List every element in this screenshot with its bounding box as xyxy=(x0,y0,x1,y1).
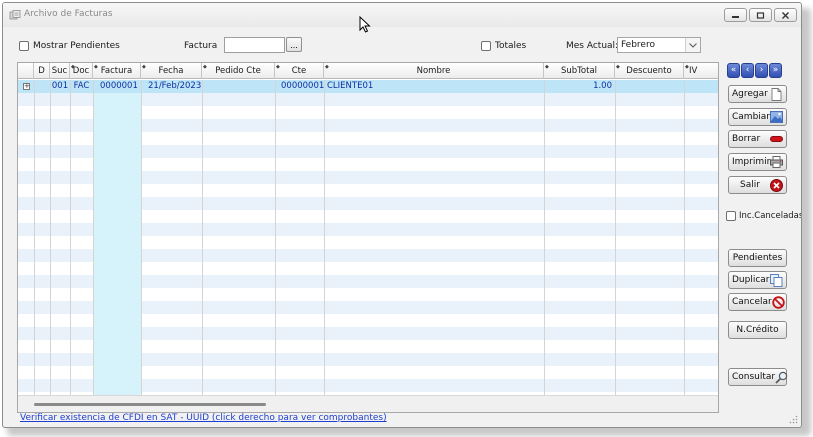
mes-actual-value: Febrero xyxy=(621,40,655,50)
resize-grip-icon[interactable] xyxy=(789,415,798,424)
header-rowmarker xyxy=(18,63,34,79)
pendientes-label: Pendientes xyxy=(732,253,783,263)
mostrar-pendientes-checkbox[interactable] xyxy=(19,41,29,51)
factura-label: Factura xyxy=(184,41,218,51)
printer-icon xyxy=(770,156,784,169)
cambiar-label: Cambiar xyxy=(732,112,770,122)
cell-cte[interactable]: 00000001 xyxy=(281,80,324,93)
cancel-icon xyxy=(772,295,785,309)
salir-button[interactable]: Salir xyxy=(728,176,787,194)
duplicar-label: Duplicar xyxy=(732,275,770,285)
header-pedido-cte[interactable]: ◆ Pedido Cte xyxy=(202,63,275,79)
scrollbar-thumb[interactable] xyxy=(34,403,266,406)
cell-fecha[interactable]: 21/Feb/2023 xyxy=(148,80,201,93)
magnifier-icon xyxy=(775,371,788,384)
cfdi-verification-link[interactable]: Verificar existencia de CFDI en SAT - UU… xyxy=(20,413,387,423)
cell-doc[interactable]: FAC xyxy=(70,80,93,93)
row-expand-icon[interactable]: + xyxy=(23,83,30,90)
factura-input[interactable] xyxy=(224,37,285,53)
record-navigation: « ‹ › » xyxy=(727,63,782,78)
minimize-icon xyxy=(732,15,739,18)
first-record-icon[interactable]: « xyxy=(727,63,740,78)
inc-canceladas-label: Inc.Canceladas xyxy=(739,211,802,221)
title-bar[interactable]: Archivo de Facturas xyxy=(3,3,801,27)
duplicate-icon xyxy=(770,273,783,287)
borrar-label: Borrar xyxy=(732,134,761,144)
horizontal-scrollbar[interactable] xyxy=(18,395,718,412)
inc-canceladas-checkbox[interactable] xyxy=(726,211,736,221)
cell-subtotal[interactable]: 1.00 xyxy=(544,80,612,93)
cell-nombre[interactable]: CLIENTE01 xyxy=(327,80,373,93)
consultar-button[interactable]: Consultar xyxy=(728,368,788,386)
cell-factura[interactable]: 0000001 xyxy=(100,80,138,93)
agregar-label: Agregar xyxy=(732,89,768,99)
restore-icon xyxy=(756,11,765,19)
imprimir-label: Imprimir xyxy=(732,157,771,167)
ncredito-label: N.Crédito xyxy=(736,325,779,335)
ncredito-button[interactable]: N.Crédito xyxy=(728,321,787,339)
mes-actual-label: Mes Actual: xyxy=(566,41,619,51)
totales-checkbox[interactable] xyxy=(481,41,491,51)
minimize-button[interactable] xyxy=(724,8,747,22)
header-subtotal[interactable]: ◆ SubTotal xyxy=(544,63,615,79)
cancelar-button[interactable]: Cancelar xyxy=(728,293,787,311)
agregar-button[interactable]: Agregar xyxy=(728,85,787,103)
last-record-icon[interactable]: » xyxy=(769,63,782,78)
chevron-down-icon xyxy=(685,38,700,52)
delete-icon xyxy=(770,133,783,146)
header-descuento[interactable]: ◆ Descuento xyxy=(615,63,684,79)
header-doc[interactable]: ◆ Doc xyxy=(70,63,93,79)
salir-label: Salir xyxy=(740,180,760,190)
header-nombre[interactable]: ◆ Nombre xyxy=(324,63,544,79)
previous-record-icon[interactable]: ‹ xyxy=(741,63,754,78)
cancelar-label: Cancelar xyxy=(732,297,772,307)
consultar-label: Consultar xyxy=(732,372,776,382)
borrar-button[interactable]: Borrar xyxy=(728,130,787,148)
exit-icon xyxy=(770,178,783,192)
mouse-pointer-icon xyxy=(359,16,371,33)
edit-image-icon xyxy=(770,111,783,124)
new-document-icon xyxy=(770,87,783,101)
header-iv[interactable]: ◆ IV xyxy=(684,63,718,79)
close-icon xyxy=(782,11,789,19)
mes-actual-select[interactable]: Febrero xyxy=(617,37,701,53)
header-suc[interactable]: Suc xyxy=(50,63,70,79)
invoice-app-icon xyxy=(9,10,21,20)
header-fecha[interactable]: ◆ Fecha xyxy=(141,63,202,79)
pendientes-button[interactable]: Pendientes xyxy=(728,249,787,267)
header-d[interactable]: D xyxy=(34,63,50,79)
header-cte[interactable]: ◆ Cte xyxy=(275,63,324,79)
mostrar-pendientes-label: Mostrar Pendientes xyxy=(33,41,120,51)
next-record-icon[interactable]: › xyxy=(755,63,768,78)
cell-suc[interactable]: 001 xyxy=(50,80,70,93)
cambiar-button[interactable]: Cambiar xyxy=(728,108,787,126)
invoices-grid[interactable]: D Suc ◆ Doc ◆ Factura ◆ Fecha ◆ Pedido Cte ◆… xyxy=(17,62,719,413)
close-button[interactable] xyxy=(774,8,797,22)
totales-label: Totales xyxy=(495,41,527,51)
header-factura[interactable]: ◆ Factura xyxy=(93,63,141,79)
window-title: Archivo de Facturas xyxy=(24,9,113,19)
restore-button[interactable] xyxy=(749,8,772,22)
factura-column-highlight xyxy=(93,80,141,396)
duplicar-button[interactable]: Duplicar xyxy=(728,271,787,289)
imprimir-button[interactable]: Imprimir xyxy=(728,153,787,171)
factura-browse-button[interactable]: ... xyxy=(286,37,302,52)
grid-header: D Suc ◆ Doc ◆ Factura ◆ Fecha ◆ Pedido Cte ◆… xyxy=(18,63,718,79)
invoice-archive-window: Archivo de Facturas Mostrar Pendientes F… xyxy=(2,2,802,428)
